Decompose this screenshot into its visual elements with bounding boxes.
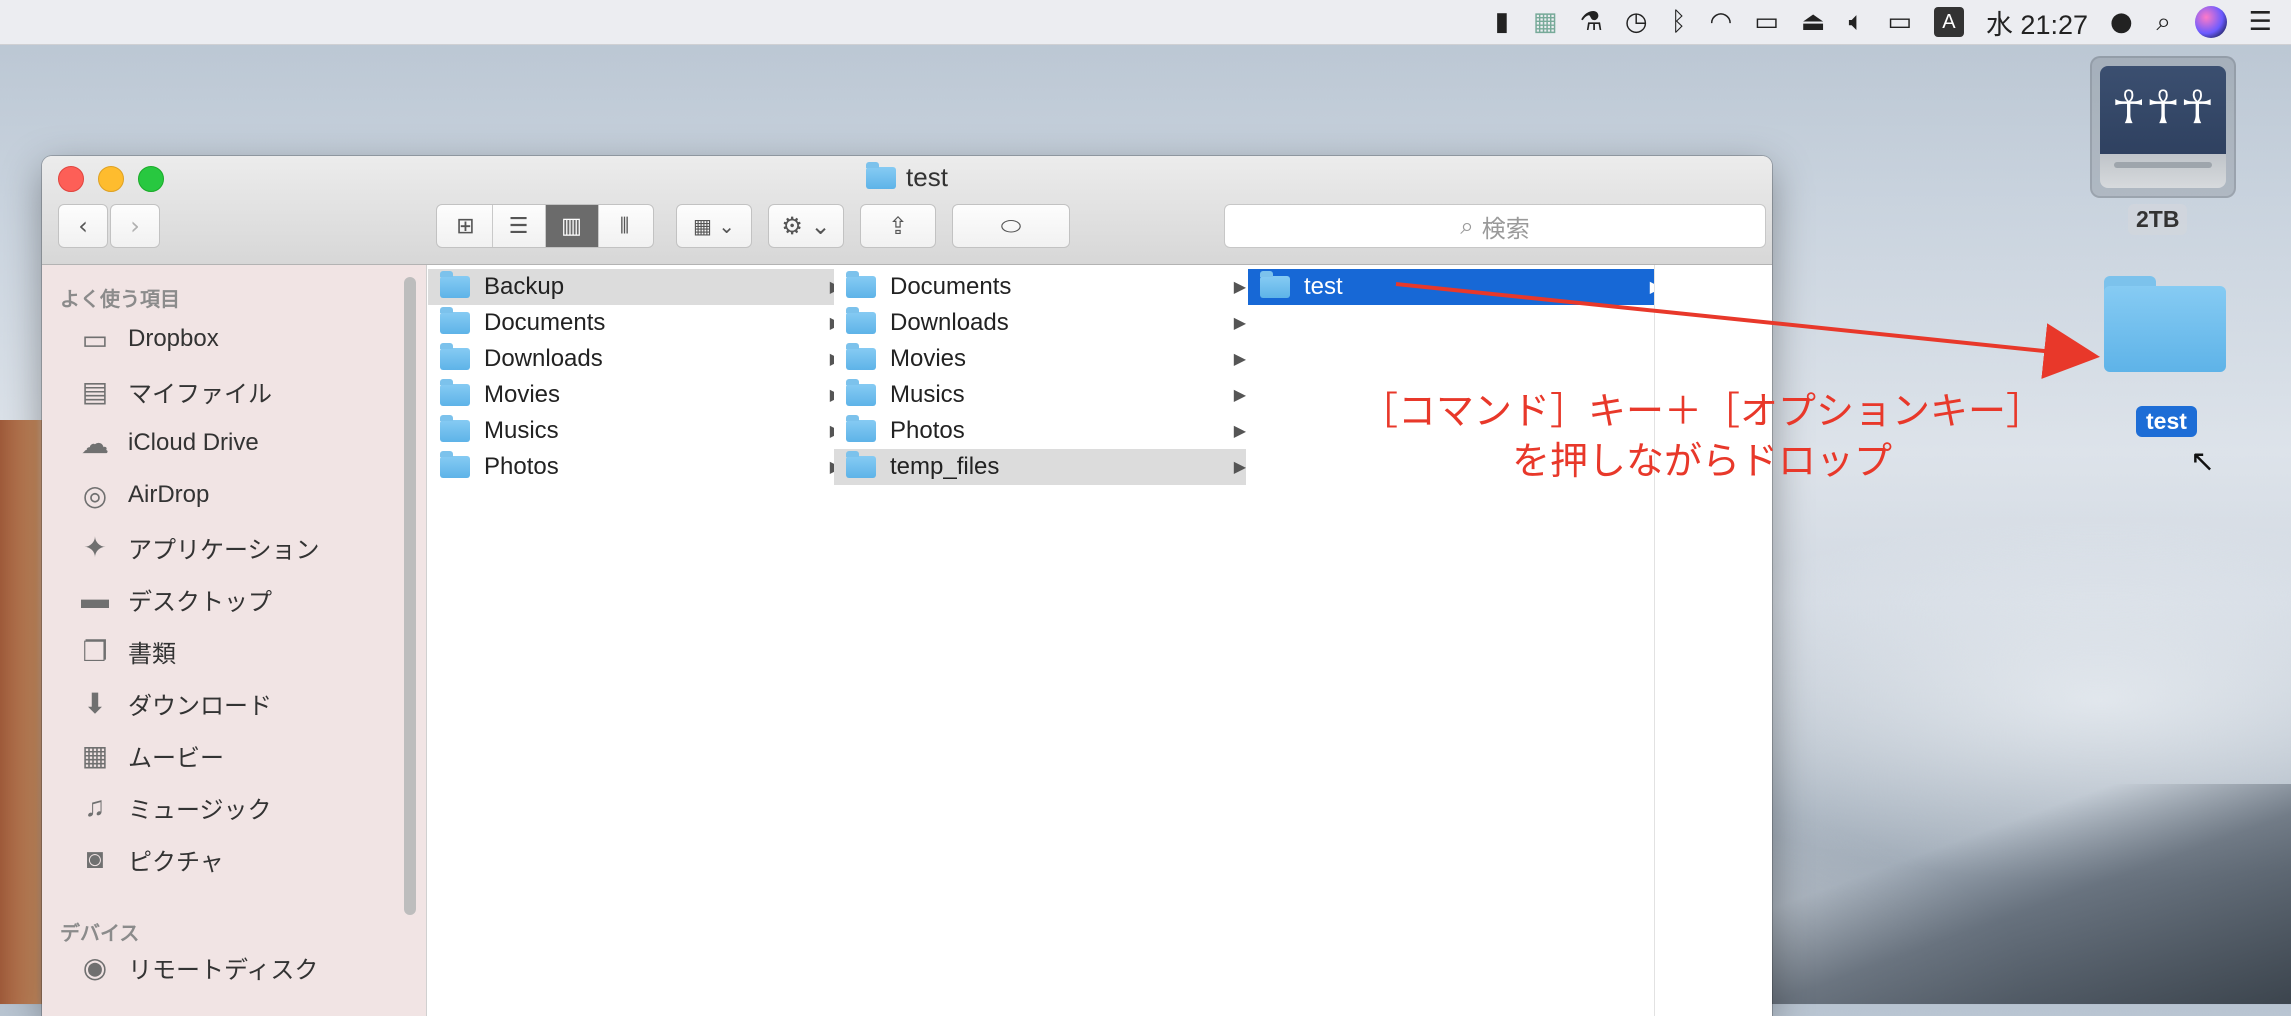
annotation-line-1: ［コマンド］キー＋［オプションキー］ [1359,389,2044,433]
annotation-line-2: を押しながらドロップ [1511,439,1892,483]
annotation-text: ［コマンド］キー＋［オプションキー］ を押しながらドロップ [1322,386,2082,486]
drag-annotation-arrow [1395,282,2100,379]
